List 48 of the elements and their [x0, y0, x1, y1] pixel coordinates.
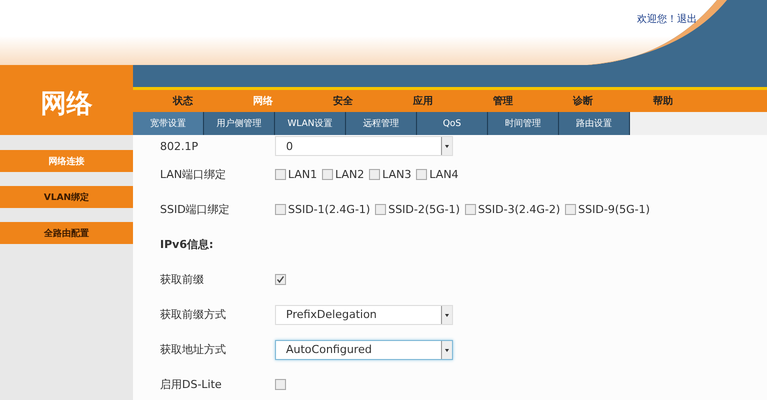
checkbox[interactable]	[375, 204, 386, 215]
subnav-tab[interactable]: QoS	[417, 112, 488, 135]
subnav-tab[interactable]: WLAN设置	[275, 112, 346, 135]
caret-icon	[441, 340, 452, 358]
checkbox[interactable]	[275, 379, 286, 390]
field-label: 启用DS-Lite	[160, 377, 223, 392]
subnav-tab[interactable]: 宽带设置	[133, 112, 204, 135]
nav-tab[interactable]: 帮助	[623, 90, 703, 112]
nav-tab[interactable]: 管理	[463, 90, 543, 112]
subnav-tab[interactable]: 用户侧管理	[204, 112, 275, 135]
field-label: 获取前缀	[160, 272, 205, 287]
checkbox[interactable]	[322, 169, 334, 180]
sidebar-item[interactable]: 全路由配置	[0, 222, 133, 244]
checkbox-label: SSID-2(5G-1)	[388, 203, 460, 216]
dropdown-field[interactable]: AutoConfigured	[275, 340, 453, 360]
caret-icon	[441, 306, 452, 324]
field-label: 802.1P	[160, 140, 200, 152]
field-label: 获取地址方式	[160, 342, 227, 357]
section-title: 网络	[0, 65, 133, 135]
caret-icon	[441, 137, 452, 155]
checkbox-label: LAN3	[382, 168, 412, 181]
checkbox[interactable]	[275, 169, 286, 180]
nav-tab[interactable]: 诊断	[543, 90, 623, 112]
field-label: LAN端口绑定	[160, 167, 228, 182]
checkbox-label: LAN2	[335, 168, 364, 181]
field-label: SSID端口绑定	[160, 202, 231, 217]
checkbox[interactable]	[565, 204, 576, 215]
nav-tab[interactable]: 状态	[143, 90, 223, 112]
nav-tab[interactable]: 应用	[383, 90, 463, 112]
field-label: 获取前缀方式	[160, 307, 227, 322]
subnav-tab[interactable]: 时间管理	[488, 112, 559, 135]
dropdown-field[interactable]: 0	[275, 136, 453, 156]
checkbox[interactable]	[275, 204, 286, 215]
checkbox[interactable]	[464, 204, 476, 215]
subnav-tab[interactable]: 路由设置	[559, 112, 630, 135]
checkbox[interactable]	[369, 169, 380, 180]
sidebar-item[interactable]: VLAN绑定	[0, 186, 133, 208]
nav-tab[interactable]: 安全	[303, 90, 383, 112]
section-heading: IPv6信息:	[160, 237, 214, 252]
checkbox-label: SSID-3(2.4G-2)	[478, 203, 560, 216]
dropdown-field[interactable]: PrefixDelegation	[275, 304, 453, 324]
checkbox-label: SSID-9(5G-1)	[578, 203, 650, 216]
checkbox-label: LAN1	[288, 168, 318, 181]
subnav-tab[interactable]: 远程管理	[346, 112, 417, 135]
checkbox[interactable]	[275, 274, 286, 285]
checkbox-label: SSID-1(2.4G-1)	[288, 203, 370, 216]
checkbox-label: LAN4	[429, 168, 459, 181]
checkbox[interactable]	[416, 169, 428, 180]
